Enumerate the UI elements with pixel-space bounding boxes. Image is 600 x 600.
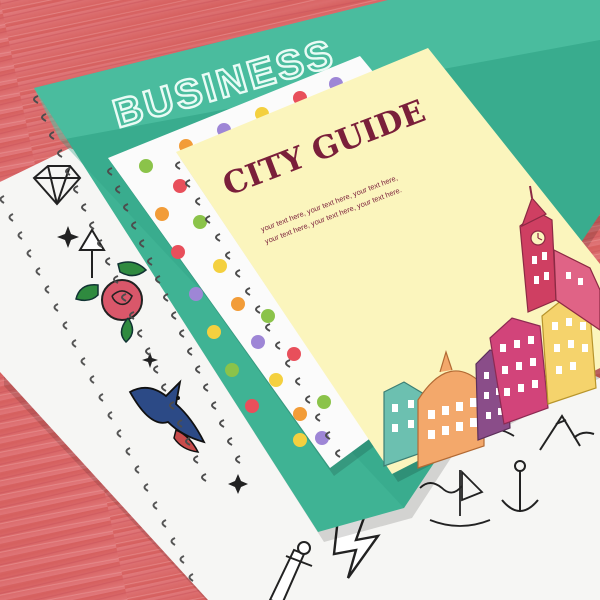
- notebook-product-photo: BUSINESS CITY GUIDE your text here, your…: [0, 0, 600, 600]
